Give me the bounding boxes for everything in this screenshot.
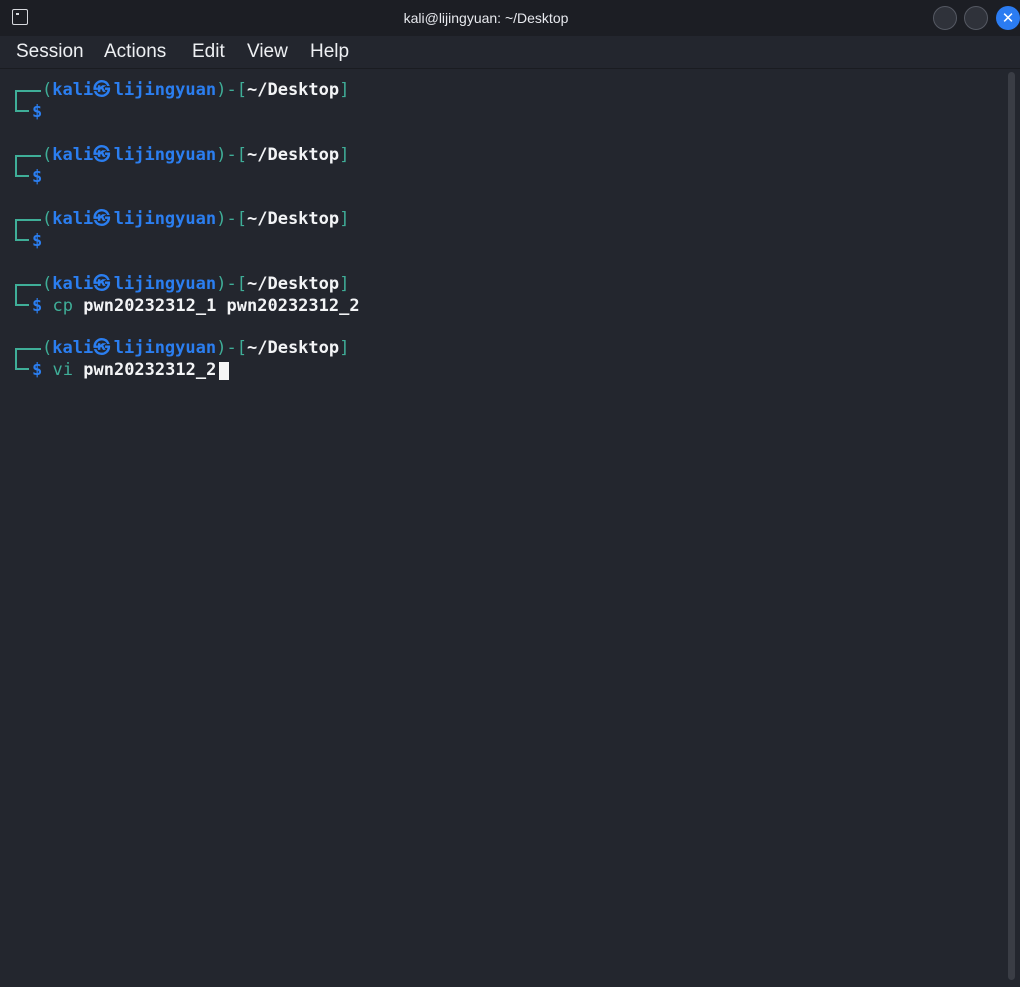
minimize-button[interactable]	[933, 6, 957, 30]
prompt-path: ~/Desktop	[247, 338, 340, 358]
prompt-host: lijingyuan	[113, 209, 217, 229]
menu-bar: Session Actions Edit View Help	[0, 36, 1020, 68]
prompt-path: ~/Desktop	[247, 209, 340, 229]
prompt-at-icon: ㉿	[93, 209, 111, 229]
prompt-dollar: $	[32, 166, 43, 187]
prompt-close-bracket: ]	[339, 144, 350, 165]
prompt-path: ~/Desktop	[247, 273, 340, 294]
terminal-output[interactable]: (kali ㉿ lijingyuan)-[~/Desktop] $(kali ㉿ liji…	[0, 69, 1004, 987]
prompt-path: ~/Desktop	[247, 80, 340, 100]
prompt-separator: )-[	[216, 338, 247, 358]
command-name: cp	[52, 295, 73, 316]
prompt-corner-top	[15, 283, 41, 295]
prompt-host: lijingyuan	[113, 273, 217, 294]
prompt-user: kali	[52, 209, 94, 229]
prompt-dollar: $	[32, 102, 43, 122]
close-button[interactable]: ✕	[996, 6, 1020, 30]
prompt-user: kali	[52, 273, 94, 294]
prompt-block: (kali ㉿ lijingyuan)-[~/Desktop] $	[0, 204, 1000, 251]
prompt-host: lijingyuan	[113, 80, 217, 100]
command-name: vi	[52, 360, 73, 380]
maximize-button[interactable]	[964, 6, 988, 30]
prompt-host: lijingyuan	[113, 338, 217, 358]
prompt-block: (kali ㉿ lijingyuan)-[~/Desktop] $	[0, 140, 1000, 187]
prompt-corner-bottom	[15, 294, 29, 306]
prompt-separator: )-[	[216, 80, 247, 100]
close-icon: ✕	[1001, 9, 1015, 27]
prompt-close-bracket: ]	[339, 209, 350, 229]
menu-actions[interactable]: Actions	[104, 36, 166, 68]
prompt-user: kali	[52, 80, 94, 100]
prompt-close-bracket: ]	[339, 80, 350, 100]
prompt-block: (kali ㉿ lijingyuan)-[~/Desktop] $ cp pwn20232…	[0, 269, 1000, 316]
prompt-open-paren: (	[42, 144, 53, 165]
prompt-host: lijingyuan	[113, 144, 217, 165]
prompt-corner-top	[15, 219, 41, 230]
menu-view[interactable]: View	[247, 36, 288, 68]
prompt-at-icon: ㉿	[93, 338, 111, 358]
prompt-dollar: $	[32, 231, 43, 251]
prompt-separator: )-[	[216, 273, 247, 294]
menu-help[interactable]: Help	[310, 36, 349, 68]
prompt-at-icon: ㉿	[93, 80, 111, 100]
prompt-separator: )-[	[216, 144, 247, 165]
prompt-open-paren: (	[42, 338, 53, 358]
prompt-corner-bottom	[15, 165, 29, 177]
prompt-corner-bottom	[15, 230, 29, 241]
prompt-corner-top	[15, 90, 41, 101]
prompt-open-paren: (	[42, 80, 53, 100]
prompt-open-paren: (	[42, 209, 53, 229]
prompt-at-icon: ㉿	[93, 273, 111, 294]
prompt-corner-bottom	[15, 101, 29, 112]
prompt-open-paren: (	[42, 273, 53, 294]
menu-session[interactable]: Session	[16, 36, 84, 68]
menu-edit[interactable]: Edit	[192, 36, 225, 68]
prompt-close-bracket: ]	[339, 338, 350, 358]
prompt-close-bracket: ]	[339, 273, 350, 294]
terminal-window: kali@lijingyuan: ~/Desktop ✕ Session Act…	[0, 0, 1020, 987]
prompt-at-icon: ㉿	[93, 144, 111, 165]
command-args: pwn20232312_1 pwn20232312_2	[83, 295, 360, 316]
prompt-separator: )-[	[216, 209, 247, 229]
prompt-path: ~/Desktop	[247, 144, 340, 165]
prompt-dollar: $	[32, 295, 43, 316]
command-args: pwn20232312_2	[83, 360, 217, 380]
scrollbar-thumb[interactable]	[1008, 72, 1015, 980]
prompt-user: kali	[52, 338, 94, 358]
text-cursor	[218, 362, 229, 380]
prompt-user: kali	[52, 144, 94, 165]
window-title: kali@lijingyuan: ~/Desktop	[403, 10, 569, 26]
prompt-block: (kali ㉿ lijingyuan)-[~/Desktop] $	[0, 75, 1000, 122]
prompt-corner-top	[15, 154, 41, 166]
prompt-block: (kali ㉿ lijingyuan)-[~/Desktop] $ vi pwn20232…	[0, 333, 1000, 380]
prompt-dollar: $	[32, 360, 43, 380]
prompt-corner-top	[15, 348, 41, 359]
prompt-corner-bottom	[15, 359, 29, 370]
title-bar[interactable]: kali@lijingyuan: ~/Desktop ✕	[0, 0, 1020, 36]
